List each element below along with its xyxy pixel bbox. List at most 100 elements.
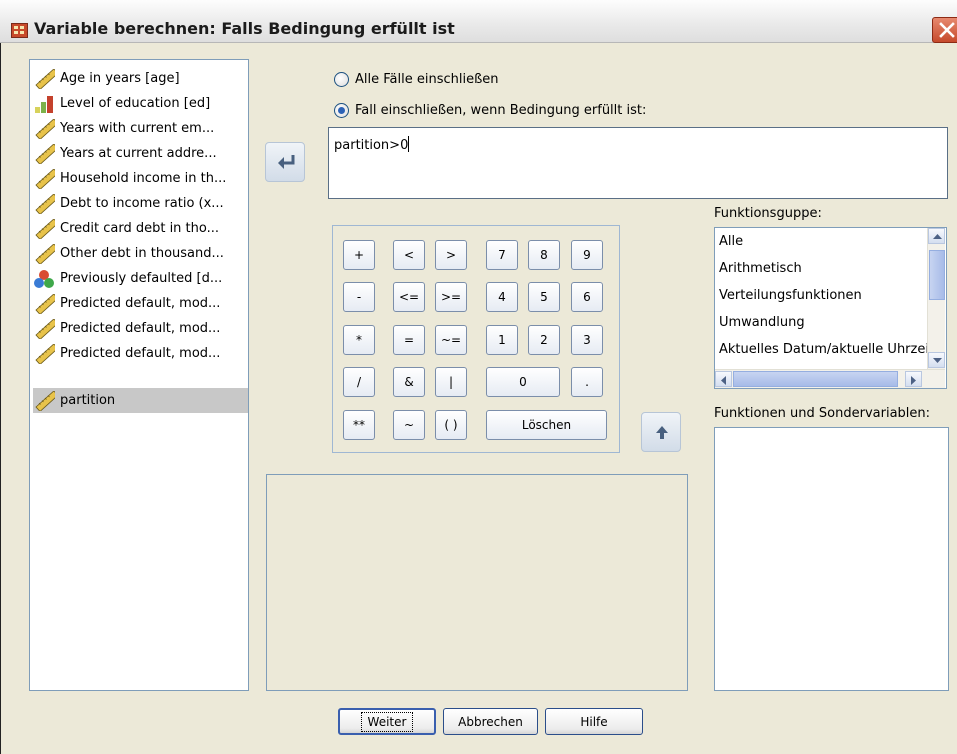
key-delete[interactable]: Löschen [486,410,607,440]
function-group-list[interactable]: Alle Arithmetisch Verteilungsfunktionen … [714,227,947,389]
key-parentheses[interactable]: ( ) [435,410,467,440]
scroll-right-button[interactable] [905,371,922,387]
scroll-left-button[interactable] [715,371,732,387]
key-not-equal[interactable]: ~= [435,325,467,355]
radio-label-all-cases: Alle Fälle einschließen [355,72,499,87]
variable-item-predicted-1[interactable]: Predicted default, mod... [33,291,248,316]
key-1[interactable]: 1 [486,325,518,355]
function-group-item[interactable]: Arithmetisch [719,261,802,276]
variable-label: Other debt in thousand... [60,246,224,261]
help-button[interactable]: Hilfe [545,708,643,735]
functions-label: Funktionen und Sondervariablen: [714,406,931,421]
ruler-scale-icon [33,117,59,140]
key-decimal-point[interactable]: . [571,367,603,397]
radio-if-condition[interactable]: Fall einschließen, wenn Bedingung erfüll… [334,103,646,118]
variable-label: Household income in th... [60,171,227,186]
key-or[interactable]: | [435,367,467,397]
scroll-right-arrow-icon [911,376,916,385]
variable-item-default[interactable]: Previously defaulted [d... [33,266,248,291]
close-button[interactable] [932,17,957,43]
variable-item-othdebt[interactable]: Other debt in thousand... [33,241,248,266]
key-equals[interactable]: = [393,325,425,355]
function-group-item[interactable]: Umwandlung [719,315,805,330]
key-less-than[interactable]: < [393,240,425,270]
ruler-scale-icon [33,342,59,365]
return-arrow-icon [278,155,295,169]
spss-window-icon [11,23,28,38]
cancel-button[interactable]: Abbrechen [443,708,538,735]
key-0[interactable]: 0 [486,367,560,397]
scroll-down-button[interactable] [928,352,945,368]
key-not[interactable]: ~ [393,410,425,440]
horizontal-scrollbar[interactable] [715,369,945,388]
variable-label: Credit card debt in tho... [60,221,220,236]
key-and[interactable]: & [393,367,425,397]
variable-item-education[interactable]: Level of education [ed] [33,91,248,116]
help-button-label: Hilfe [580,714,608,729]
radio-button-if-condition[interactable] [334,103,349,118]
cancel-button-label: Abbrechen [458,714,523,729]
variable-item-debtinc[interactable]: Debt to income ratio (x... [33,191,248,216]
function-group-item[interactable]: Aktuelles Datum/aktuelle Uhrzeit [719,342,934,357]
condition-expression-text: partition>0 [334,138,409,153]
key-9[interactable]: 9 [571,240,603,270]
key-8[interactable]: 8 [528,240,560,270]
variable-label: Predicted default, mod... [60,296,221,311]
function-group-item[interactable]: Alle [719,234,743,249]
calculator-keypad: + < > 7 8 9 - <= >= 4 5 6 * = ~= 1 2 3 /… [332,225,620,453]
key-less-equal[interactable]: <= [393,282,425,312]
functions-list[interactable] [714,427,949,691]
variable-label: Predicted default, mod... [60,321,221,336]
ruler-scale-icon [33,242,59,265]
key-7[interactable]: 7 [486,240,518,270]
key-minus[interactable]: - [343,282,375,312]
variable-item-creddebt[interactable]: Credit card debt in tho... [33,216,248,241]
key-6[interactable]: 6 [571,282,603,312]
vertical-scroll-thumb[interactable] [929,250,945,300]
variable-label: Years at current addre... [60,146,217,161]
ruler-scale-icon [33,317,59,340]
title-bar: Variable berechnen: Falls Bedingung erfü… [0,0,957,43]
radio-all-cases[interactable]: Alle Fälle einschließen [334,72,499,87]
variable-label: Level of education [ed] [60,96,211,111]
key-power[interactable]: ** [343,410,375,440]
variable-label: partition [60,393,116,408]
ordinal-bars-icon [33,94,55,114]
variable-item-partition[interactable]: partition [33,388,248,413]
variable-item-predicted-2[interactable]: Predicted default, mod... [33,316,248,341]
key-greater-equal[interactable]: >= [435,282,467,312]
variable-label: Debt to income ratio (x... [60,196,224,211]
key-5[interactable]: 5 [528,282,560,312]
variable-item-income[interactable]: Household income in th... [33,166,248,191]
insert-function-button[interactable] [641,412,681,452]
variable-label: Years with current em... [60,121,215,136]
variable-label: Age in years [age] [60,71,180,86]
condition-expression-input[interactable]: partition>0 [328,127,948,199]
ruler-scale-icon [33,192,59,215]
horizontal-scroll-thumb[interactable] [733,371,898,387]
variable-item-age[interactable]: Age in years [age] [33,66,248,91]
key-2[interactable]: 2 [528,325,560,355]
scroll-up-button[interactable] [928,228,945,244]
vertical-scrollbar[interactable] [927,228,945,369]
key-greater-than[interactable]: > [435,240,467,270]
function-group-item[interactable]: Verteilungsfunktionen [719,288,862,303]
up-arrow-icon [656,426,668,439]
radio-button-all-cases[interactable] [334,72,349,87]
variable-item-address[interactable]: Years at current addre... [33,141,248,166]
variable-item-predicted-3[interactable]: Predicted default, mod... [33,341,248,366]
key-3[interactable]: 3 [571,325,603,355]
move-variable-button[interactable] [265,142,305,182]
key-divide[interactable]: / [343,367,375,397]
variable-list[interactable]: Age in years [age] Level of education [e… [29,59,249,691]
continue-button[interactable]: Weiter [338,708,436,735]
variable-label: Predicted default, mod... [60,346,221,361]
key-plus[interactable]: + [343,240,375,270]
scroll-left-arrow-icon [721,376,726,385]
text-caret [408,136,410,152]
window-left-border [0,43,4,754]
variable-item-employ[interactable]: Years with current em... [33,116,248,141]
close-x-icon [939,22,955,38]
key-4[interactable]: 4 [486,282,518,312]
key-multiply[interactable]: * [343,325,375,355]
